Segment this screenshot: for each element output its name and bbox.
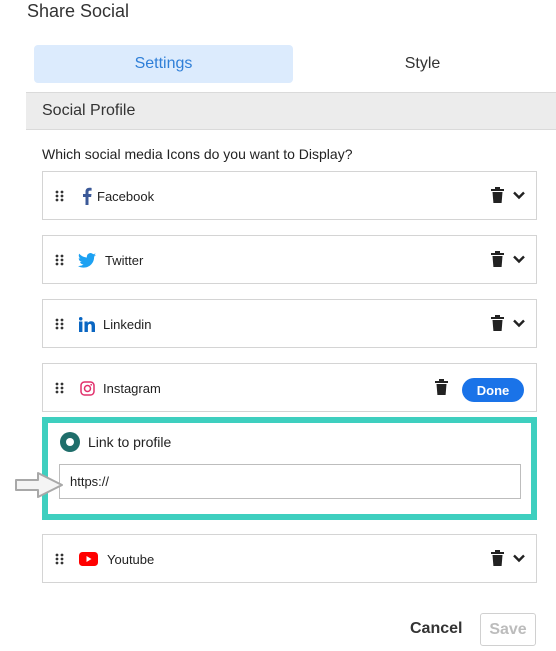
section-title: Social Profile	[42, 102, 136, 119]
profile-url-input[interactable]	[59, 464, 521, 499]
profile-item-youtube[interactable]: Youtube	[42, 534, 537, 583]
profile-item-twitter[interactable]: Twitter	[42, 235, 537, 284]
link-to-profile-radio[interactable]	[60, 432, 80, 452]
profile-label: Youtube	[107, 552, 155, 567]
trash-icon[interactable]	[491, 550, 504, 566]
link-to-profile-label: Link to profile	[88, 434, 172, 450]
profile-label: Facebook	[97, 189, 155, 204]
trash-icon[interactable]	[491, 251, 504, 267]
done-button[interactable]: Done	[462, 378, 524, 402]
trash-icon[interactable]	[491, 187, 504, 203]
profile-label: Twitter	[105, 253, 144, 268]
tab-style[interactable]: Style	[293, 45, 552, 83]
trash-icon[interactable]	[491, 315, 504, 331]
panel-title: Share Social	[27, 1, 130, 21]
drag-handle-icon[interactable]	[55, 553, 64, 565]
save-button[interactable]: Save	[480, 613, 536, 646]
question-text: Which social media Icons do you want to …	[42, 146, 353, 162]
youtube-icon	[77, 549, 99, 569]
profile-item-facebook[interactable]: Facebook	[42, 171, 537, 220]
trash-icon[interactable]	[435, 379, 448, 395]
twitter-icon	[77, 250, 97, 270]
tab-bar: Settings Style	[34, 45, 556, 83]
profile-item-instagram[interactable]: Instagram Done	[42, 363, 537, 412]
instagram-icon	[77, 378, 97, 398]
chevron-down-icon[interactable]	[513, 319, 525, 328]
linkedin-icon	[77, 314, 97, 334]
drag-handle-icon[interactable]	[55, 190, 64, 202]
drag-handle-icon[interactable]	[55, 382, 64, 394]
pointer-arrow-icon	[15, 472, 63, 498]
chevron-down-icon[interactable]	[513, 191, 525, 200]
chevron-down-icon[interactable]	[513, 255, 525, 264]
link-editor-panel: Link to profile	[42, 417, 537, 520]
facebook-icon	[77, 186, 97, 206]
cancel-button[interactable]: Cancel	[404, 614, 468, 644]
tab-settings[interactable]: Settings	[34, 45, 293, 83]
profile-label: Instagram	[103, 381, 161, 396]
drag-handle-icon[interactable]	[55, 254, 64, 266]
section-header: Social Profile	[26, 92, 556, 130]
drag-handle-icon[interactable]	[55, 318, 64, 330]
profile-item-linkedin[interactable]: Linkedin	[42, 299, 537, 348]
chevron-down-icon[interactable]	[513, 554, 525, 563]
profile-label: Linkedin	[103, 317, 152, 332]
